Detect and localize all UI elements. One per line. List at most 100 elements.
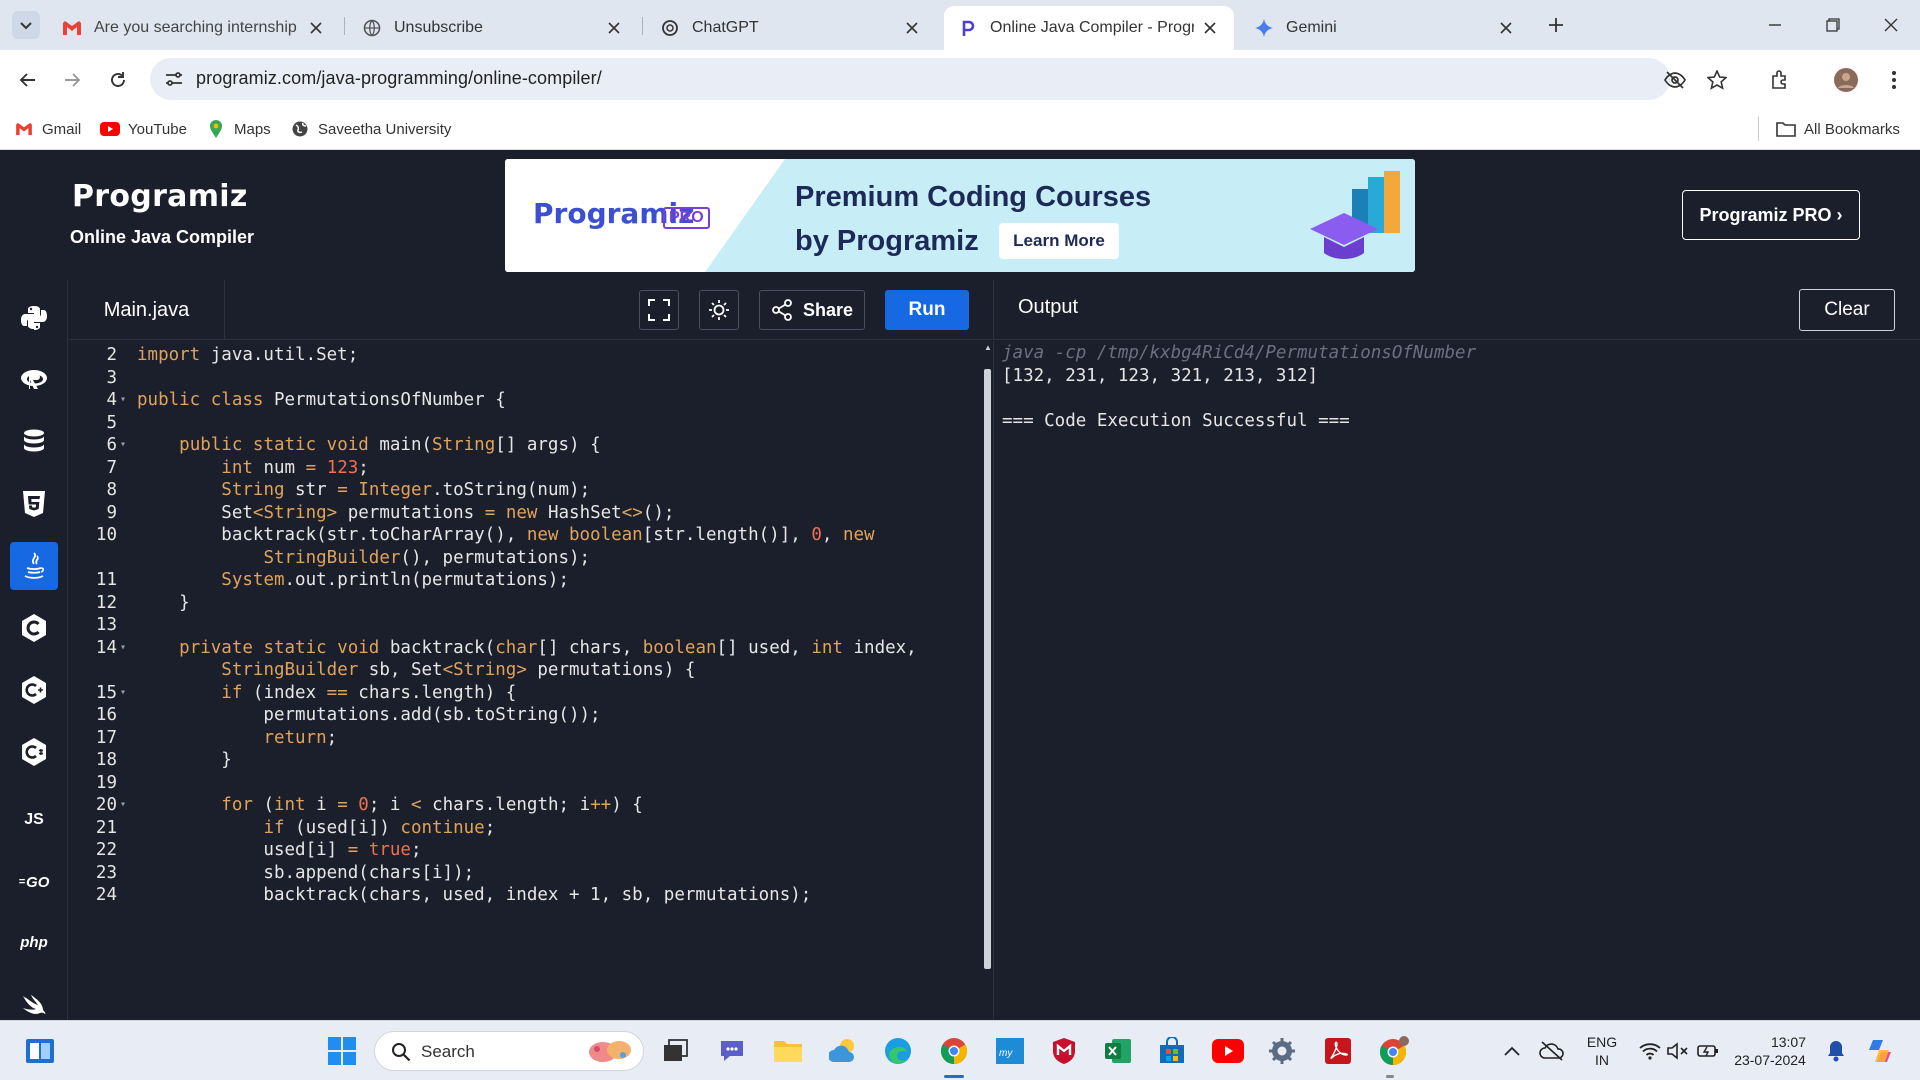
edge-button[interactable]: [878, 1031, 918, 1071]
sidebar-item-python[interactable]: [10, 294, 58, 342]
battery-button[interactable]: [1688, 1031, 1728, 1071]
profile-avatar[interactable]: [1830, 64, 1862, 96]
sidebar-item-csharp[interactable]: [10, 728, 58, 776]
output-line: [132, 231, 123, 321, 213, 312]: [1002, 365, 1319, 386]
chrome-taskbar-button[interactable]: [934, 1031, 974, 1071]
share-button[interactable]: Share: [759, 290, 865, 330]
code-token: [] chars,: [537, 637, 643, 658]
line-number: 12: [95, 592, 117, 613]
fold-toggle-icon[interactable]: ▾: [120, 687, 126, 698]
code-token: <: [411, 795, 422, 815]
system-clock[interactable]: 13:07 23-07-2024: [1728, 1033, 1812, 1069]
code-token: backtrack(str.toCharArray(),: [137, 525, 527, 545]
code-token: private static void: [179, 637, 380, 658]
mysql-button[interactable]: my: [990, 1031, 1030, 1071]
input-language[interactable]: ENG IN: [1576, 1033, 1628, 1069]
fullscreen-button[interactable]: [639, 290, 679, 330]
chrome-profile-button[interactable]: [1374, 1031, 1414, 1071]
settings-button[interactable]: [1262, 1031, 1302, 1071]
mcafee-button[interactable]: [1044, 1031, 1084, 1071]
code-editor[interactable]: 2 3 4 ▾ 5 6 ▾ 7 8 9 10 11 12 13 14 ▾ 15 ▾ 16 17 18 19 20 ▾ 21 22 2…: [69, 341, 992, 1020]
sidebar-item-php[interactable]: php: [10, 918, 58, 966]
promo-banner[interactable]: Programiz PRO Premium Coding Courses by …: [505, 159, 1415, 272]
site-settings-icon[interactable]: [164, 69, 184, 89]
excel-button[interactable]: [1098, 1031, 1138, 1071]
close-tab-icon[interactable]: [306, 18, 326, 38]
theme-toggle-button[interactable]: [699, 290, 739, 330]
bookmarks-bar: Gmail YouTube Maps Saveetha University A…: [0, 108, 1920, 150]
programiz-logo[interactable]: Programiz: [72, 179, 248, 214]
minimize-button[interactable]: [1760, 10, 1790, 40]
youtube-app-button[interactable]: [1208, 1031, 1248, 1071]
extensions-button[interactable]: [1764, 64, 1796, 96]
fold-toggle-icon[interactable]: ▾: [120, 642, 126, 653]
sidebar-item-c[interactable]: [10, 604, 58, 652]
new-tab-button[interactable]: [1542, 11, 1570, 39]
programiz-pro-button[interactable]: Programiz PRO ›: [1682, 190, 1860, 240]
line-number: 2: [106, 345, 117, 365]
file-explorer-button[interactable]: [768, 1031, 808, 1071]
scrollbar-thumb[interactable]: [984, 369, 991, 969]
restore-button[interactable]: [1818, 10, 1848, 40]
start-button[interactable]: [322, 1031, 362, 1071]
sidebar-item-js[interactable]: JS: [10, 796, 58, 844]
close-tab-icon[interactable]: [1200, 18, 1220, 38]
sidebar-item-r[interactable]: [10, 356, 58, 404]
file-tab-main-java[interactable]: Main.java: [69, 280, 225, 340]
widgets-button[interactable]: [20, 1031, 60, 1071]
browser-tab-gmail[interactable]: Are you searching internship or: [48, 6, 340, 50]
sidebar-item-html[interactable]: [10, 480, 58, 528]
browser-tab-chatgpt[interactable]: ChatGPT: [646, 6, 936, 50]
tab-search-button[interactable]: [12, 11, 40, 39]
bookmark-youtube[interactable]: YouTube: [100, 118, 187, 140]
fold-toggle-icon[interactable]: ▾: [120, 394, 126, 405]
language-sidebar: JS = GO php: [0, 280, 68, 1020]
copilot-button[interactable]: [1860, 1031, 1900, 1071]
fold-toggle-icon[interactable]: ▾: [120, 439, 126, 450]
widgets-icon: [26, 1039, 54, 1063]
scroll-up-icon[interactable]: ▲: [984, 343, 992, 352]
run-button[interactable]: Run: [885, 290, 969, 330]
close-window-button[interactable]: [1876, 10, 1906, 40]
copilot-app-button[interactable]: [824, 1031, 864, 1071]
close-tab-icon[interactable]: [1496, 18, 1516, 38]
line-number: 13: [95, 615, 117, 635]
sidebar-item-sql[interactable]: [10, 418, 58, 466]
bookmark-saveetha[interactable]: Saveetha University: [290, 118, 451, 140]
clear-button[interactable]: Clear: [1799, 289, 1895, 331]
sidebar-item-go[interactable]: = GO: [10, 858, 58, 906]
bookmark-gmail[interactable]: Gmail: [14, 118, 81, 140]
learn-more-button[interactable]: Learn More: [999, 223, 1119, 259]
show-hidden-icons-button[interactable]: [1492, 1031, 1532, 1071]
fold-toggle-icon[interactable]: ▾: [120, 799, 126, 810]
sidebar-item-java[interactable]: [10, 542, 58, 590]
bookmark-star-icon[interactable]: [1706, 69, 1728, 91]
close-tab-icon[interactable]: [604, 18, 624, 38]
forward-button[interactable]: [56, 64, 88, 96]
browser-tab-unsubscribe[interactable]: Unsubscribe: [348, 6, 638, 50]
browser-tab-gemini[interactable]: Gemini: [1240, 6, 1530, 50]
notifications-button[interactable]: [1816, 1031, 1856, 1071]
line-number: 24: [95, 885, 117, 905]
acrobat-button[interactable]: [1318, 1031, 1358, 1071]
browser-menu-button[interactable]: [1878, 64, 1910, 96]
code-token: import: [137, 345, 201, 365]
java-icon: [24, 552, 44, 579]
teams-button[interactable]: [712, 1031, 752, 1071]
bookmark-maps[interactable]: Maps: [206, 118, 271, 140]
task-view-button[interactable]: [656, 1031, 696, 1071]
taskbar-search[interactable]: Search: [374, 1031, 644, 1071]
back-button[interactable]: [12, 64, 44, 96]
store-button[interactable]: [1152, 1031, 1192, 1071]
c-icon: [22, 614, 46, 642]
editor-scrollbar[interactable]: ▲: [982, 341, 992, 1020]
browser-tab-programiz[interactable]: Online Java Compiler - Program: [944, 6, 1234, 50]
all-bookmarks-button[interactable]: All Bookmarks: [1776, 118, 1900, 140]
reload-button[interactable]: [102, 64, 134, 96]
address-bar[interactable]: programiz.com/java-programming/online-co…: [150, 58, 1727, 100]
onedrive-button[interactable]: [1532, 1031, 1572, 1071]
eye-off-icon[interactable]: [1664, 69, 1686, 91]
sidebar-item-cpp[interactable]: [10, 666, 58, 714]
close-tab-icon[interactable]: [902, 18, 922, 38]
